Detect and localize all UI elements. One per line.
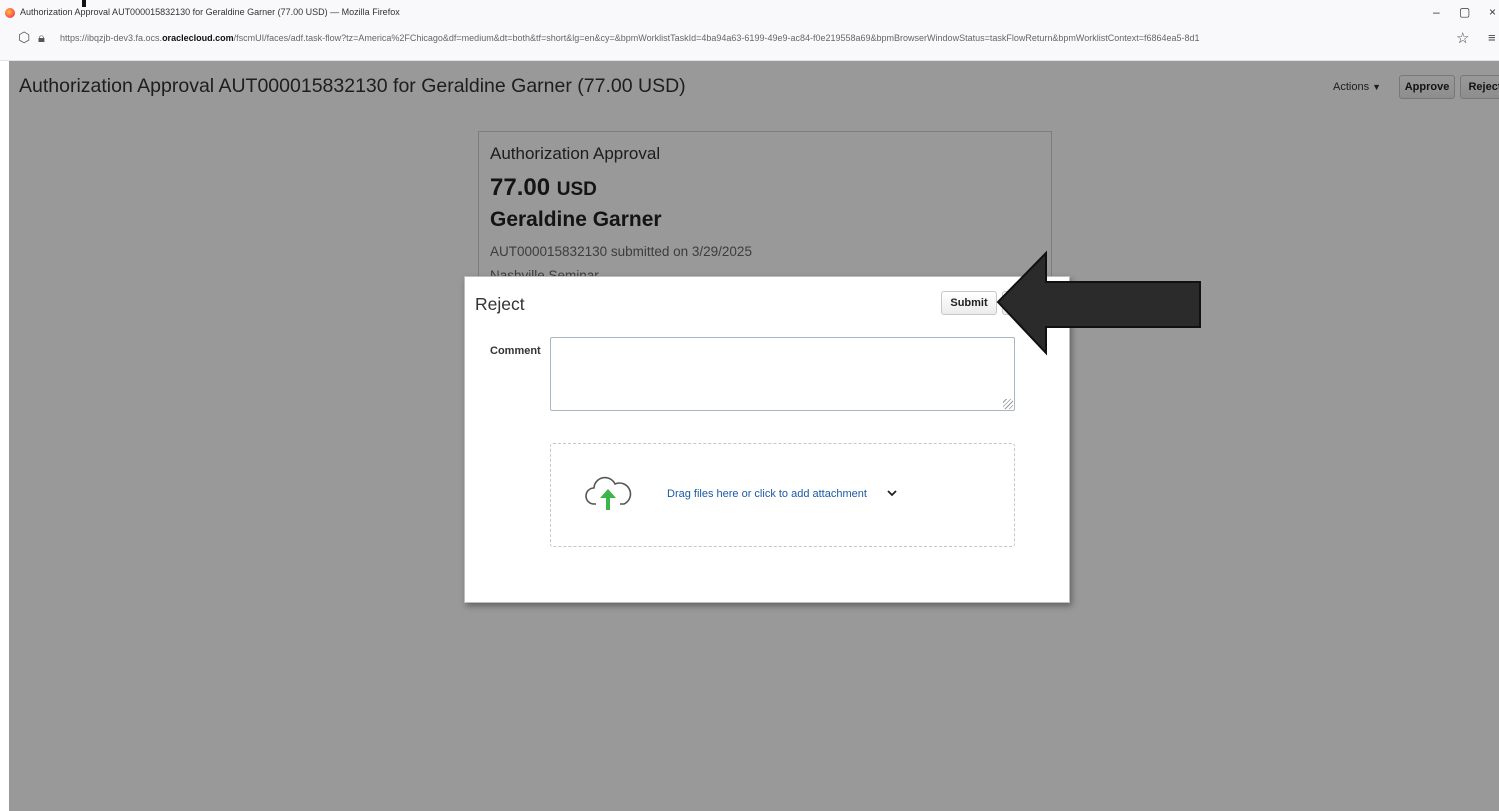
comment-label: Comment — [490, 345, 541, 357]
minimize-button[interactable]: – — [1433, 5, 1440, 19]
submit-button[interactable]: Submit — [941, 291, 997, 315]
window-title: Authorization Approval AUT000015832130 f… — [20, 7, 400, 17]
close-button[interactable]: × — [1489, 5, 1496, 19]
url-bar — [0, 26, 1499, 61]
maximize-button[interactable]: ▢ — [1459, 5, 1470, 19]
cloud-upload-icon — [585, 476, 632, 510]
text-cursor-icon — [82, 0, 86, 7]
firefox-logo-icon — [5, 8, 15, 18]
url-field[interactable]: https://ibqzjb-dev3.fa.ocs.oraclecloud.c… — [60, 33, 1450, 43]
tracking-shield-icon[interactable]: ⬡ — [18, 29, 30, 46]
reject-dialog: Reject Submit Comment Drag files here or… — [464, 276, 1070, 603]
browser-titlebar: Authorization Approval AUT000015832130 f… — [0, 0, 1499, 26]
attachment-dropzone[interactable]: Drag files here or click to add attachme… — [550, 443, 1015, 547]
hamburger-menu-icon[interactable]: ≡ — [1488, 30, 1496, 45]
dialog-title: Reject — [475, 294, 525, 314]
bookmark-star-icon[interactable]: ☆ — [1456, 29, 1469, 47]
lock-icon[interactable]: 🔒︎ — [38, 30, 45, 46]
resize-grip-icon[interactable] — [1003, 399, 1013, 409]
chevron-down-icon[interactable] — [886, 487, 898, 499]
dropzone-text[interactable]: Drag files here or click to add attachme… — [667, 488, 867, 500]
comment-field[interactable] — [550, 337, 1015, 411]
annotation-arrow-icon — [996, 250, 1201, 356]
